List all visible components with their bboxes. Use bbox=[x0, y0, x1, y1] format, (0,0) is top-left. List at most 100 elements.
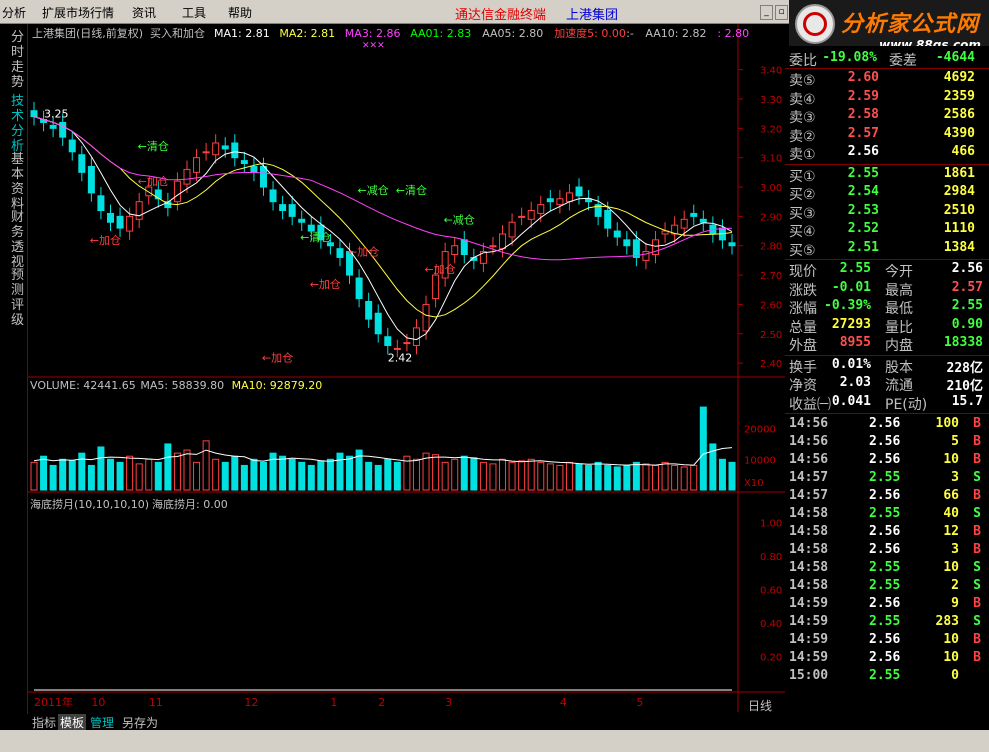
volume-bar bbox=[307, 464, 315, 491]
tick-price: 2.55 bbox=[869, 578, 901, 593]
restore-icon[interactable]: ▫ bbox=[775, 5, 788, 20]
stat-row: 涨跌 -0.01 最高 2.57 bbox=[785, 280, 989, 299]
volume-bar bbox=[259, 461, 267, 491]
trade-signal-label: ←减仓 bbox=[358, 183, 389, 197]
order-price: 2.52 bbox=[847, 221, 879, 236]
candle-body bbox=[451, 245, 459, 256]
order-price: 2.55 bbox=[847, 165, 879, 181]
stat-row: 涨幅 -0.39% 最低 2.55 bbox=[785, 298, 989, 317]
volume-bar bbox=[632, 461, 640, 491]
volume-bar bbox=[116, 461, 124, 491]
stat-label: 总量 bbox=[789, 319, 817, 336]
tab-intraday[interactable]: 分时走势 bbox=[11, 30, 26, 90]
tick-price: 2.56 bbox=[869, 650, 901, 665]
chart-area[interactable]: 上港集团(日线,前复权) 买入和加仓 MA1: 2.81 MA2: 2.81 MA3… bbox=[28, 24, 788, 712]
volume-bar bbox=[613, 466, 621, 491]
tick-volume: 100 bbox=[935, 416, 959, 431]
order-book-buy-row: 买③ 2.53 2510 bbox=[785, 203, 989, 222]
tick-price: 2.56 bbox=[869, 632, 901, 647]
tick-side: B bbox=[973, 452, 981, 467]
tab-indicator[interactable]: 指标 bbox=[30, 714, 58, 731]
tab-technical[interactable]: 技术分析 bbox=[11, 94, 26, 154]
order-volume: 2984 bbox=[943, 184, 975, 199]
volume-bar bbox=[499, 458, 507, 491]
tab-financials[interactable]: 财务透视 bbox=[11, 210, 26, 270]
tick-time: 14:58 bbox=[789, 506, 829, 521]
price-tick: 3.30 bbox=[760, 95, 782, 106]
order-volume: 1861 bbox=[943, 165, 975, 181]
volume-bar bbox=[40, 455, 48, 491]
formula-name: 买入和加仓 bbox=[150, 26, 205, 40]
order-price: 2.59 bbox=[847, 88, 879, 104]
trade-signal-label: ←清仓 bbox=[396, 183, 427, 197]
candle-body bbox=[460, 239, 468, 256]
high-price-label: 3.25 bbox=[44, 108, 69, 121]
volume-bar bbox=[240, 464, 248, 491]
menu-tools[interactable]: 工具 bbox=[182, 4, 206, 21]
indicator-value: 海底捞月: 0.00 bbox=[152, 497, 228, 511]
menu-help[interactable]: 帮助 bbox=[228, 4, 252, 21]
volume-bar bbox=[575, 463, 583, 491]
volume-bar bbox=[642, 463, 650, 491]
candle-body bbox=[384, 336, 392, 347]
volume-bar bbox=[106, 458, 114, 491]
stat-value: 228亿 bbox=[946, 360, 983, 376]
tab-template[interactable]: 模板 bbox=[58, 714, 87, 731]
minimize-icon[interactable]: _ bbox=[760, 5, 773, 20]
volume-bar bbox=[59, 458, 67, 491]
order-price: 2.54 bbox=[847, 184, 879, 199]
price-tick: 3.00 bbox=[760, 183, 782, 194]
stat-row: 净资 2.03 流通 210亿 bbox=[785, 375, 989, 394]
indicator-tick: 1.00 bbox=[760, 518, 782, 529]
tab-manage[interactable]: 管理 bbox=[88, 714, 116, 731]
volume-bar bbox=[279, 455, 287, 491]
candle-body bbox=[499, 233, 507, 250]
time-tick: 3 bbox=[445, 696, 452, 709]
tick-time: 14:58 bbox=[789, 560, 829, 575]
candle-body bbox=[49, 124, 57, 129]
volume-bar bbox=[718, 458, 726, 491]
ma-legend-item: AA10: 2.82 bbox=[645, 27, 706, 40]
volume-legend: VOLUME: 42441.65 MA5: 58839.80 MA10: 92879… bbox=[30, 379, 322, 392]
volume-bar bbox=[680, 466, 688, 491]
candle-body bbox=[518, 215, 526, 218]
volume-bar bbox=[393, 461, 401, 491]
volume-bar bbox=[30, 461, 38, 491]
tab-save-as[interactable]: 另存为 bbox=[120, 714, 160, 731]
order-level-label: 卖① bbox=[789, 147, 816, 163]
order-volume: 1384 bbox=[943, 239, 975, 255]
menu-extended-market[interactable]: 扩展市场行情 bbox=[42, 4, 114, 21]
tab-fundamentals[interactable]: 基本资料 bbox=[11, 152, 26, 212]
tick-side: S bbox=[973, 560, 981, 575]
volume-bar bbox=[87, 464, 95, 491]
tick-time: 14:56 bbox=[789, 416, 829, 431]
tick-time: 14:58 bbox=[789, 524, 829, 539]
stat-label: 换手 bbox=[789, 359, 817, 376]
time-tick: 2011年 bbox=[34, 695, 73, 709]
stat-value: 27293 bbox=[831, 316, 871, 332]
order-level-label: 买⑤ bbox=[789, 242, 816, 259]
candle-body bbox=[240, 160, 248, 165]
volume-bar bbox=[126, 455, 134, 491]
tab-forecast[interactable]: 预测评级 bbox=[11, 268, 26, 328]
candle-body bbox=[575, 186, 583, 197]
volume-bar bbox=[49, 464, 57, 491]
tick-price: 2.56 bbox=[869, 416, 901, 431]
menu-analysis[interactable]: 分析 bbox=[2, 4, 26, 21]
tick-price: 2.56 bbox=[869, 452, 901, 467]
volume-bar bbox=[546, 463, 554, 491]
trade-signal-label: ←加仓 bbox=[138, 174, 169, 188]
divider bbox=[785, 413, 989, 414]
divider bbox=[785, 259, 989, 260]
tick-time: 14:56 bbox=[789, 434, 829, 449]
stat-label: 涨跌 bbox=[789, 282, 817, 299]
tick-price: 2.56 bbox=[869, 488, 901, 503]
status-bar bbox=[0, 730, 989, 752]
menu-news[interactable]: 资讯 bbox=[132, 4, 156, 21]
price-tick: 2.40 bbox=[760, 359, 782, 370]
volume-bar bbox=[164, 443, 172, 491]
ma-legend-item: :- bbox=[626, 27, 634, 40]
volume-bar bbox=[68, 460, 76, 491]
candle-body bbox=[374, 312, 382, 335]
candle-body bbox=[432, 274, 440, 300]
